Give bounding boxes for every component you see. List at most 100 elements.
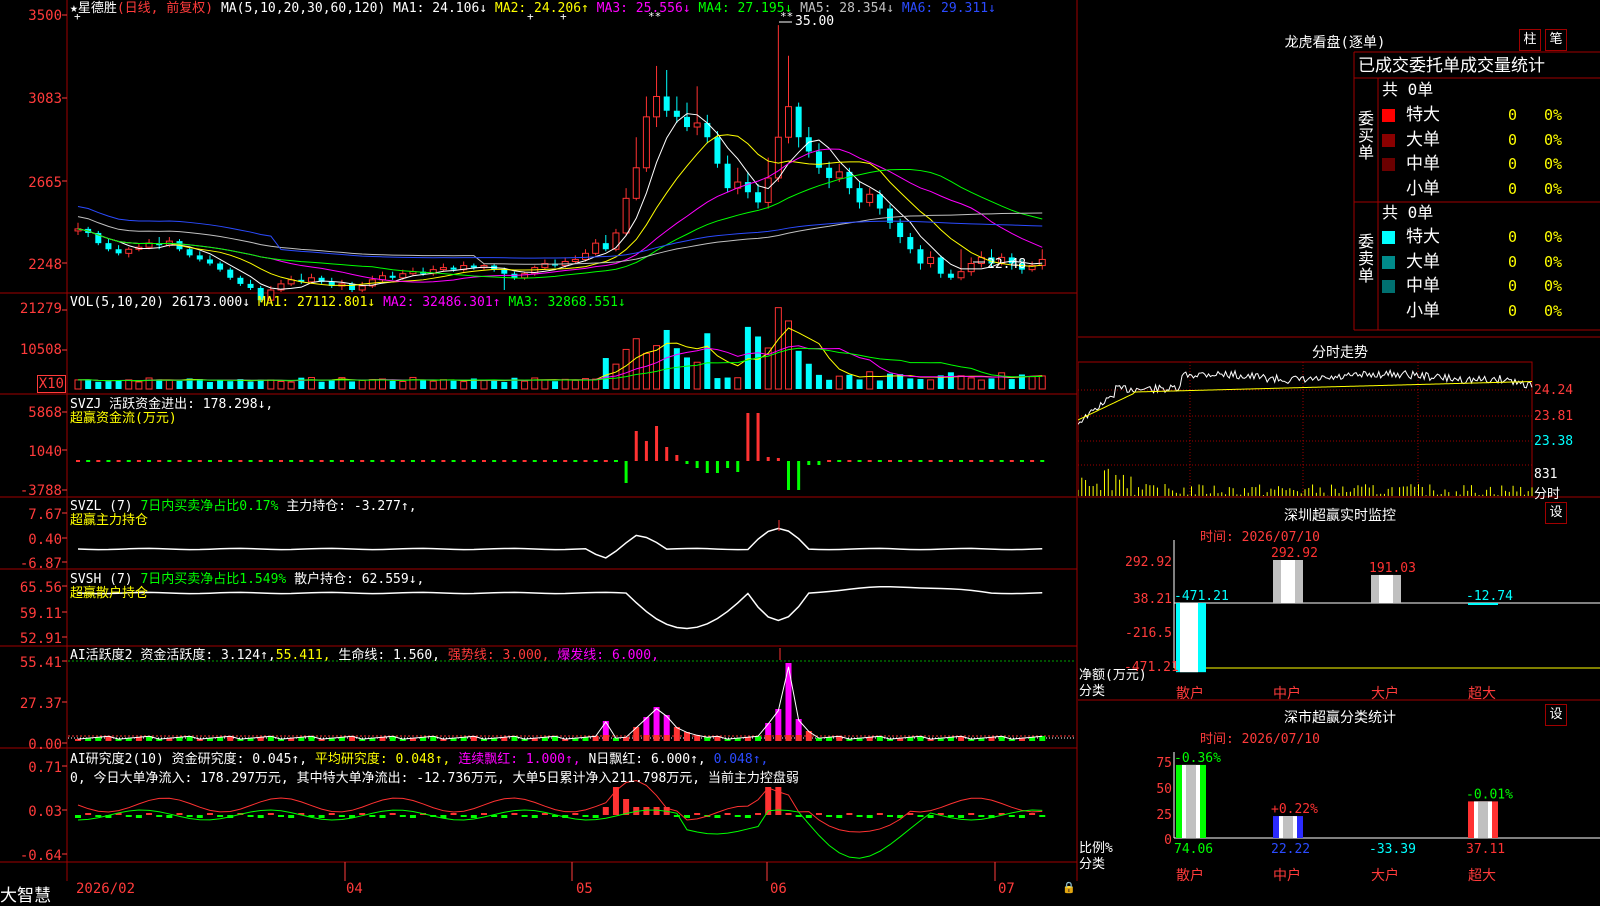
volume-bar <box>389 380 396 389</box>
stats-bottom-label: -33.39 <box>1369 842 1416 857</box>
low-annotation: 22.48 <box>987 257 1027 272</box>
research-bar <box>724 813 731 815</box>
candle-body <box>470 265 477 268</box>
candle-body <box>439 267 447 271</box>
candle-body <box>217 263 224 270</box>
flow-bar <box>736 461 740 472</box>
order-row-percent: 0% <box>1544 155 1563 173</box>
ai-research-header: AI研究度2(10) 资金研究度: 0.045↑, 平均研究度: 0.048↑,… <box>70 753 768 767</box>
buy-total: 共 0单 <box>1382 80 1434 99</box>
svzj-header: SVZJ 活跃资金进出: 178.298↓, <box>70 397 274 412</box>
research-bar <box>917 815 924 817</box>
order-row-percent: 0% <box>1544 277 1563 295</box>
research-bar <box>166 815 173 818</box>
svzj-subtitle: 超赢资金流(万元) <box>70 411 177 426</box>
candle-body <box>846 171 853 189</box>
vol-ma2: MA2: 32486.301↑ <box>383 295 501 310</box>
ma3-line <box>77 148 1043 283</box>
price-axis-label: 3500 <box>28 8 62 24</box>
volume-bar <box>805 363 812 389</box>
svsh-name: SVSH (7) <box>70 572 133 587</box>
ai-research-a: 资金研究度: 0.045↑, <box>171 752 308 767</box>
flow-bar <box>756 413 760 461</box>
research-bar <box>288 815 295 818</box>
candle-body <box>186 249 193 256</box>
candle-body <box>632 167 640 199</box>
volume-bar <box>642 352 650 390</box>
category-label: 中户 <box>1273 686 1301 702</box>
volume-bar <box>287 381 295 390</box>
kline-chart-area[interactable]: + + + ** ** <box>0 0 1078 881</box>
research-bar <box>369 815 376 817</box>
flow-bar <box>797 461 801 490</box>
research-bar <box>1018 815 1025 818</box>
research-bar <box>653 807 660 815</box>
candle-body <box>501 269 508 274</box>
research-bar <box>511 813 518 815</box>
candle-body <box>673 110 680 117</box>
category-label: 超大 <box>1468 868 1496 884</box>
candle-body <box>866 193 874 203</box>
research-bar <box>785 813 792 815</box>
timeshare-title: 分时走势 <box>1312 345 1368 361</box>
ai-active-d: 强势线: 3.000, <box>447 648 550 663</box>
flow-bar <box>644 441 648 461</box>
order-row-percent: 0% <box>1544 179 1563 198</box>
candle-body <box>571 258 579 262</box>
activity-bar-base <box>643 735 650 741</box>
svzj-axis-label: 1040 <box>28 444 62 460</box>
ai-active-header: AI活跃度2 资金活跃度: 3.124↑,55.411, 生命线: 1.560,… <box>70 649 659 663</box>
bar-mode-button[interactable]: 柱 <box>1519 29 1541 51</box>
research-bar <box>592 815 599 818</box>
lock-icon[interactable]: 🔒 <box>1062 881 1076 900</box>
monitor-xlabel: 分类 <box>1079 684 1106 699</box>
research-bar <box>826 815 833 817</box>
candle-body <box>937 257 944 274</box>
order-row-percent: 0% <box>1544 106 1563 124</box>
timeshare-axis-label: 23.38 <box>1534 434 1574 449</box>
svsh-pct: 7日内买卖净占比1.549% <box>140 572 287 587</box>
buy-group-label: 委买单 <box>1358 109 1375 162</box>
research-bar <box>328 813 335 815</box>
volume-bar <box>856 379 863 389</box>
volume-bar <box>947 372 954 389</box>
candle-body <box>206 259 213 264</box>
ai-active-e: 爆发线: 6.000, <box>557 648 659 663</box>
flow-bar <box>746 413 750 461</box>
research-bar <box>1029 813 1036 815</box>
research-bar <box>1039 815 1046 817</box>
flow-bar <box>715 461 719 473</box>
research-bar <box>887 815 893 817</box>
vol-axis-label: 21279 <box>19 301 62 317</box>
activity-bar-base <box>663 735 670 741</box>
volume-bar <box>379 378 386 390</box>
order-color-swatch <box>1382 280 1395 293</box>
flow-bar <box>695 461 699 468</box>
monitor-settings-button[interactable]: 设 <box>1545 502 1567 524</box>
order-row: 中单 0 0% <box>1380 153 1600 175</box>
volume-bar <box>561 378 569 390</box>
volume-bar <box>826 379 833 389</box>
stats-settings-button[interactable]: 设 <box>1545 704 1567 726</box>
candle-body <box>917 249 924 264</box>
volume-bar <box>358 379 366 390</box>
stats-bottom-label: 37.11 <box>1466 842 1505 857</box>
pen-mode-button[interactable]: 笔 <box>1545 29 1567 51</box>
activity-bar-base <box>775 735 782 741</box>
stock-title: ★星德胜 <box>70 1 117 16</box>
research-bar <box>247 815 254 817</box>
flow-bar <box>675 455 679 461</box>
ma3-value: MA3: 25.556↓ <box>596 1 691 16</box>
candle-body <box>653 95 661 118</box>
candle-body <box>1038 258 1046 267</box>
candle-body <box>196 255 203 260</box>
stats-bottom-label: 22.22 <box>1271 842 1310 857</box>
category-label: 散户 <box>1176 868 1204 884</box>
flow-bar <box>634 431 638 461</box>
volume-bar <box>429 380 437 390</box>
monitor-time: 时间: 2026/07/10 <box>1200 530 1320 545</box>
vol-ma1: MA1: 27112.801↓ <box>257 295 376 310</box>
volume-bar <box>977 379 985 390</box>
order-row-count: 0 <box>1508 155 1518 173</box>
volume-bar <box>247 381 254 389</box>
